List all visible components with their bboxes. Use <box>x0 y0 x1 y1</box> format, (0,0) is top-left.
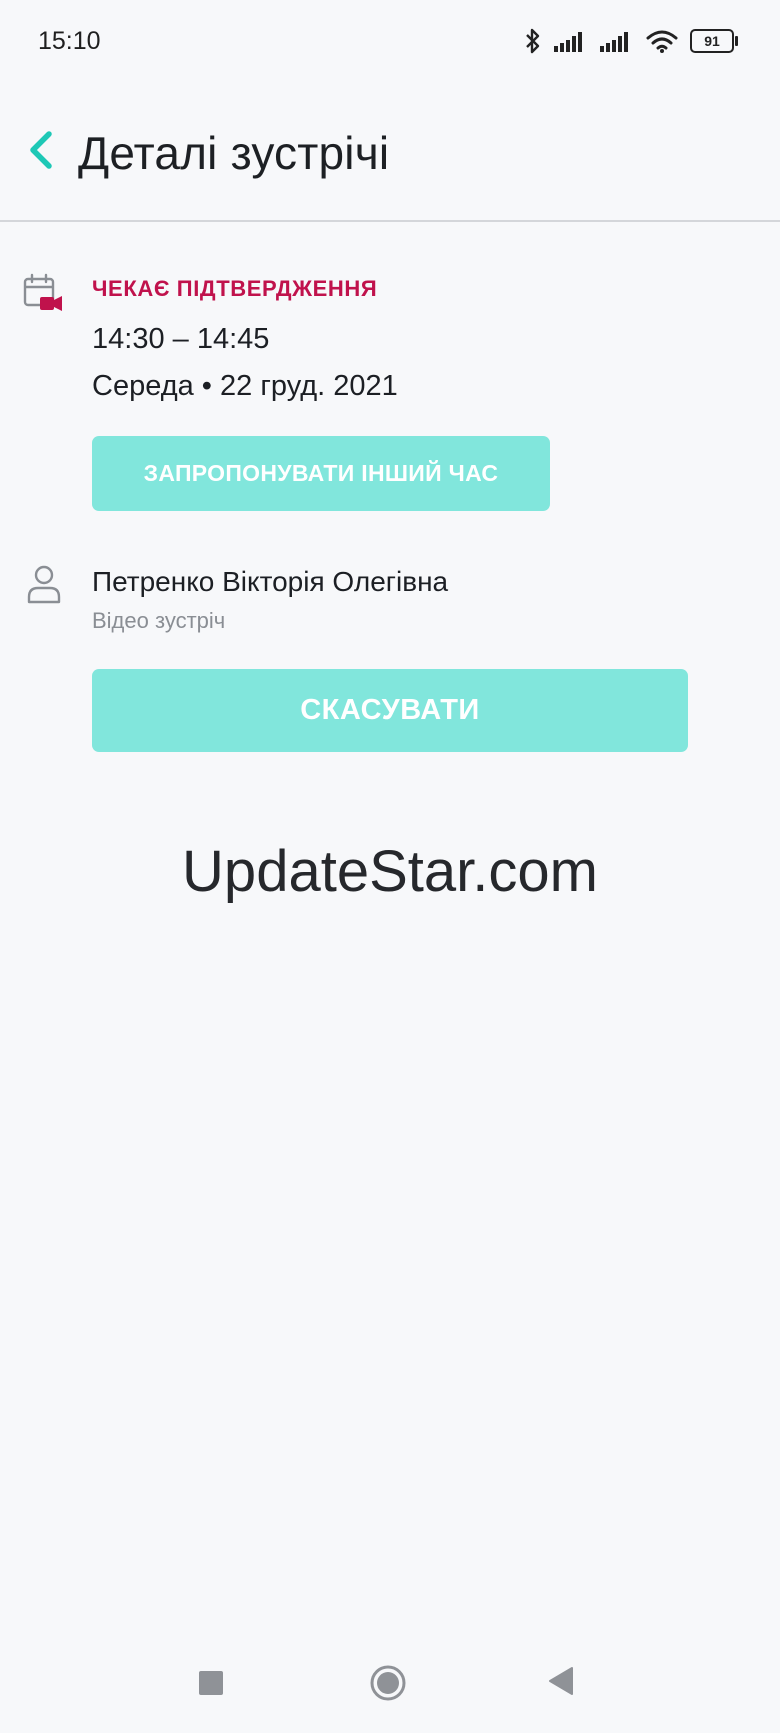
doctor-name: Петренко Вікторія Олегівна <box>92 566 449 597</box>
page-title: Деталі зустрічі <box>78 127 390 179</box>
status-bar: 15:10 91 <box>0 0 780 84</box>
calendar-video-icon <box>23 273 62 311</box>
recents-button[interactable] <box>199 1671 223 1695</box>
home-circle-icon <box>370 1665 406 1701</box>
person-icon <box>27 565 61 604</box>
status-time: 15:10 <box>38 27 101 55</box>
signal-icon <box>554 32 582 52</box>
system-nav-bar <box>0 1650 780 1720</box>
app-header: Деталі зустрічі <box>0 84 780 222</box>
battery-icon: 91 <box>690 29 738 53</box>
appointment-status: ЧЕКАЄ ПІДТВЕРДЖЕННЯ <box>92 276 378 301</box>
back-button[interactable] <box>22 124 62 178</box>
wifi-icon <box>646 30 678 53</box>
bluetooth-icon <box>526 28 540 54</box>
back-triangle-icon <box>549 1667 573 1695</box>
system-back-button[interactable] <box>548 1666 574 1696</box>
cancel-button[interactable]: СКАСУВАТИ <box>92 669 688 752</box>
appointment-time: 14:30 – 14:45 <box>92 323 270 355</box>
propose-other-time-button[interactable]: ЗАПРОПОНУВАТИ ІНШИЙ ЧАС <box>92 436 550 511</box>
chevron-left-icon <box>30 131 52 169</box>
battery-level: 91 <box>704 33 720 49</box>
watermark: UpdateStar.com <box>182 839 598 904</box>
signal-icon <box>600 32 628 52</box>
status-icons: 91 <box>524 26 738 56</box>
home-button[interactable] <box>369 1664 407 1702</box>
appointment-date: Середа • 22 груд. 2021 <box>92 370 398 402</box>
meeting-type: Відео зустріч <box>92 608 226 633</box>
